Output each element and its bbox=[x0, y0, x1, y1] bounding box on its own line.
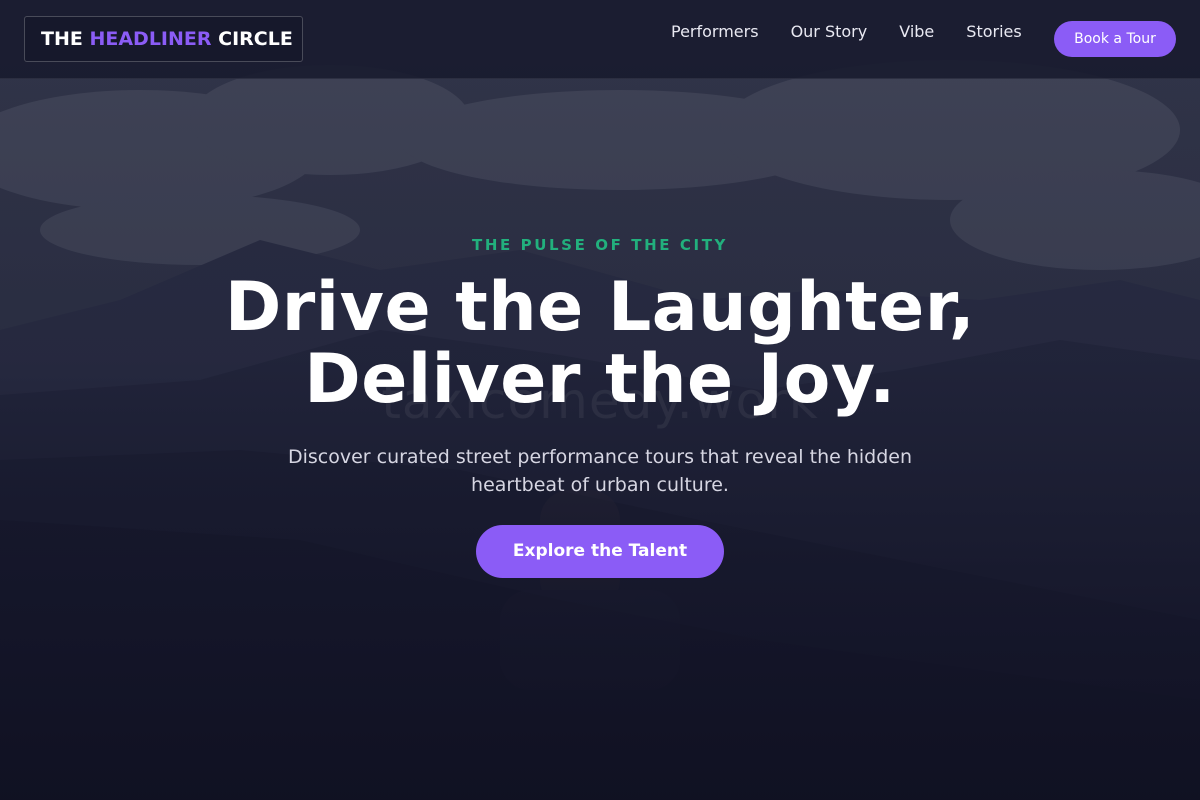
hero-headline: Drive the Laughter, Deliver the Joy. bbox=[0, 272, 1200, 416]
logo-word-headliner: HEADLINER bbox=[89, 28, 212, 50]
hero-headline-line1: Drive the Laughter, bbox=[224, 268, 976, 347]
main-nav: Performers Our Story Vibe Stories bbox=[671, 22, 1054, 44]
logo-word-the: THE bbox=[41, 28, 83, 50]
brand-logo[interactable]: THE HEADLINER CIRCLE bbox=[24, 16, 303, 62]
hero-headline-line2: Deliver the Joy. bbox=[304, 340, 896, 419]
nav-link-performers[interactable]: Performers bbox=[671, 22, 759, 44]
nav-link-vibe[interactable]: Vibe bbox=[899, 22, 934, 44]
nav-link-stories[interactable]: Stories bbox=[966, 22, 1021, 44]
book-tour-button[interactable]: Book a Tour bbox=[1054, 21, 1176, 57]
site-header: THE HEADLINER CIRCLE Performers Our Stor… bbox=[0, 0, 1200, 79]
logo-word-circle: CIRCLE bbox=[218, 28, 293, 50]
explore-talent-button[interactable]: Explore the Talent bbox=[476, 525, 724, 578]
hero-subtext: Discover curated street performance tour… bbox=[287, 446, 913, 496]
hero-eyebrow: THE PULSE OF THE CITY bbox=[471, 236, 729, 254]
nav-link-our-story[interactable]: Our Story bbox=[791, 22, 868, 44]
